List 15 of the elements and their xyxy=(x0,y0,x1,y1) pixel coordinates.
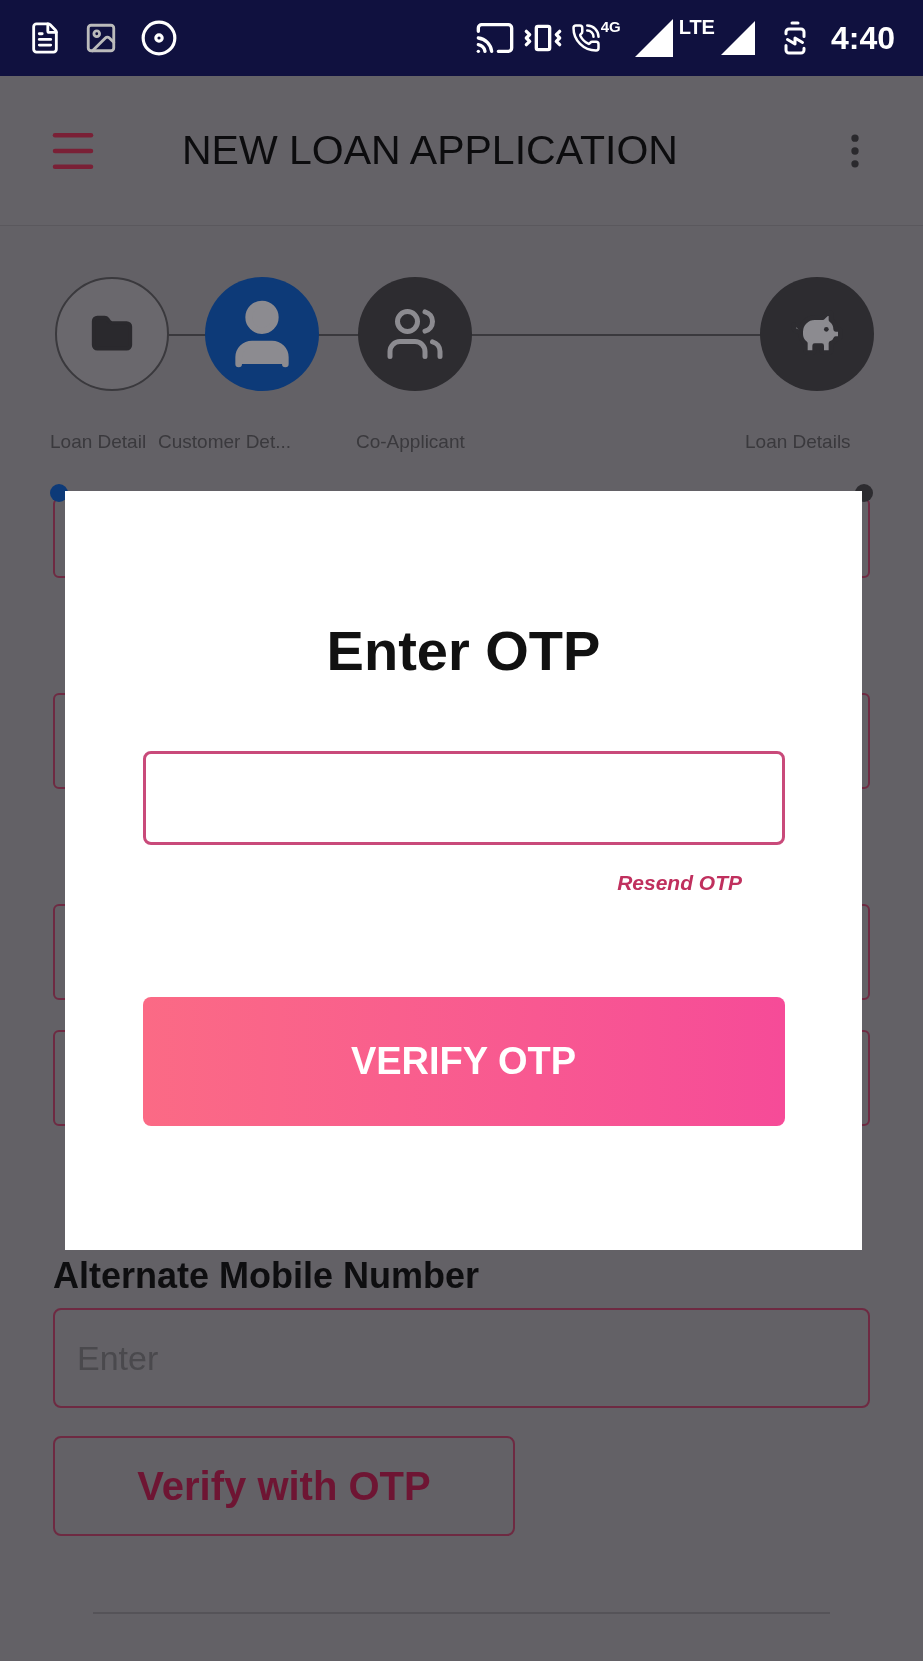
image-icon xyxy=(84,21,118,55)
record-icon xyxy=(140,19,178,57)
resend-otp-link[interactable]: Resend OTP xyxy=(617,867,742,899)
phone-icon xyxy=(570,23,601,53)
otp-input[interactable] xyxy=(142,751,785,845)
signal-icon xyxy=(720,21,755,55)
network-label: LTE xyxy=(678,15,715,40)
network-label: 4G xyxy=(600,17,621,37)
clock: 4:40 xyxy=(830,19,895,58)
verify-otp-button[interactable]: VERIFY OTP xyxy=(142,996,785,1126)
signal-icon xyxy=(634,19,673,57)
field-label: Alternate Mobile Number xyxy=(53,1258,481,1294)
dialog-title: Enter OTP xyxy=(326,618,601,684)
verify-button[interactable]: Verify with OTP xyxy=(53,1436,515,1536)
page-title: NEW LOAN APPLICATION xyxy=(182,125,678,175)
